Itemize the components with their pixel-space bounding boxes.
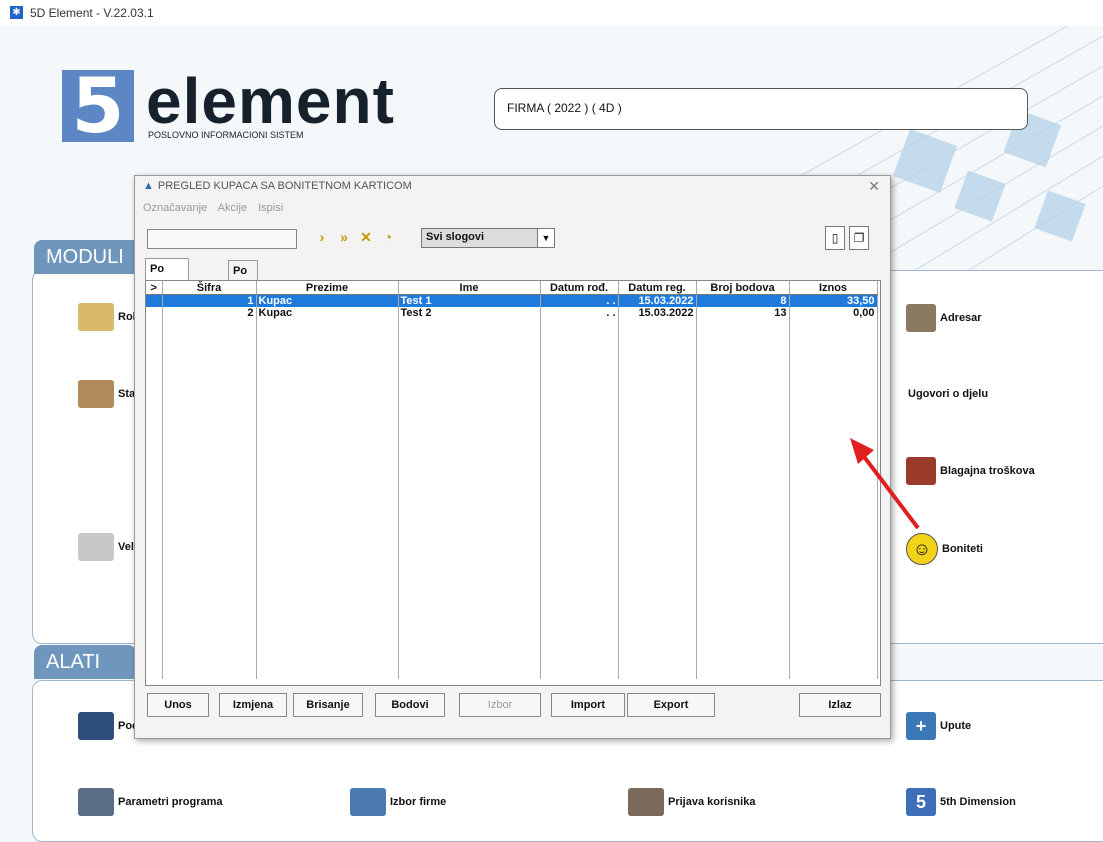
tab-po-sifri[interactable]: Po šifri bbox=[228, 260, 259, 297]
new-doc-icon[interactable]: ▯ bbox=[825, 226, 845, 250]
tool-pod[interactable]: Pod bbox=[78, 712, 139, 740]
brisanje-button[interactable]: Brisanje bbox=[293, 693, 363, 717]
dialog-menu: Označavanje Akcije Ispisi bbox=[143, 202, 291, 214]
stock-icon bbox=[78, 380, 114, 408]
module-ugovori[interactable]: Ugovori o djelu bbox=[908, 388, 988, 400]
module-rob[interactable]: Rob bbox=[78, 303, 139, 331]
next-icon[interactable]: › bbox=[313, 228, 331, 246]
logo-word: element bbox=[146, 65, 395, 137]
customer-table[interactable]: > Šifra Prezime Ime Datum rođ. Datum reg… bbox=[145, 280, 881, 686]
tab-po-nazivu[interactable]: Po nazivu bbox=[145, 258, 190, 295]
pen-icon bbox=[906, 304, 936, 332]
tool-prijava[interactable]: Prijava korisnika bbox=[628, 788, 755, 816]
module-adresar[interactable]: Adresar bbox=[906, 304, 982, 332]
close-icon[interactable]: ✕ bbox=[868, 178, 880, 195]
firm-label: FIRMA ( 2022 ) ( 4D ) bbox=[507, 101, 622, 115]
logo-subtitle: POSLOVNO INFORMACIONI SISTEM bbox=[148, 130, 304, 140]
table-empty-area bbox=[146, 319, 878, 679]
mark-icon[interactable]: ◔ bbox=[379, 228, 397, 246]
col-iznos[interactable]: Iznos bbox=[789, 281, 878, 295]
copy-doc-icon[interactable]: ❐ bbox=[849, 226, 869, 250]
logo-icon: 5 bbox=[906, 788, 936, 816]
menu-ispisi[interactable]: Ispisi bbox=[258, 202, 283, 214]
tool-parametri[interactable]: Parametri programa bbox=[78, 788, 223, 816]
moduli-tab: MODULI bbox=[34, 240, 146, 274]
alati-tab: ALATI bbox=[34, 645, 136, 679]
izmjena-button[interactable]: Izmjena bbox=[219, 693, 287, 717]
export-button[interactable]: Export bbox=[627, 693, 715, 717]
hex-icon bbox=[78, 533, 114, 561]
annotation-arrow-icon bbox=[850, 438, 920, 530]
module-stal[interactable]: Stal bbox=[78, 380, 138, 408]
next-all-icon[interactable]: » bbox=[335, 228, 353, 246]
menu-akcije[interactable]: Akcije bbox=[218, 202, 247, 214]
chevron-down-icon: ▼ bbox=[537, 229, 554, 247]
bodovi-button[interactable]: Bodovi bbox=[375, 693, 445, 717]
tool-5th-dimension[interactable]: 5 5th Dimension bbox=[906, 788, 1016, 816]
boxes-icon bbox=[78, 303, 114, 331]
table-row[interactable]: 2 Kupac Test 2 . . 15.03.2022 13 0,00 bbox=[146, 307, 878, 319]
help-icon: + bbox=[906, 712, 936, 740]
tool-izbor-firme[interactable]: Izbor firme bbox=[350, 788, 446, 816]
menu-oznacavanje[interactable]: Označavanje bbox=[143, 202, 207, 214]
app-title: 5D Element - V.22.03.1 bbox=[30, 6, 154, 20]
clear-icon[interactable]: ✕ bbox=[357, 228, 375, 246]
app-icon: ✱ bbox=[10, 6, 23, 19]
col-ime[interactable]: Ime bbox=[398, 281, 541, 295]
col-prezime[interactable]: Prezime bbox=[256, 281, 399, 295]
title-bar: ✱ 5D Element - V.22.03.1 bbox=[0, 0, 1103, 26]
col-datum-rod[interactable]: Datum rođ. bbox=[540, 281, 619, 295]
table-header: > Šifra Prezime Ime Datum rođ. Datum reg… bbox=[146, 281, 878, 295]
izlaz-button[interactable]: Izlaz bbox=[799, 693, 881, 717]
dialog-title: ▲ PREGLED KUPACA SA BONITETNOM KARTICOM bbox=[143, 180, 412, 192]
firm-icon bbox=[350, 788, 386, 816]
record-filter-select[interactable]: Svi slogovi ▼ bbox=[421, 228, 555, 248]
users-icon bbox=[628, 788, 664, 816]
search-input[interactable] bbox=[147, 229, 297, 249]
izbor-button[interactable]: Izbor bbox=[459, 693, 541, 717]
col-bodovi[interactable]: Broj bodova bbox=[696, 281, 790, 295]
module-vele[interactable]: Vele bbox=[78, 533, 140, 561]
warning-icon: ▲ bbox=[143, 180, 154, 192]
col-marker[interactable]: > bbox=[146, 281, 163, 295]
monitor-icon bbox=[78, 712, 114, 740]
table-row[interactable]: 1 Kupac Test 1 . . 15.03.2022 8 33,50 bbox=[146, 294, 878, 307]
tool-upute[interactable]: + Upute bbox=[906, 712, 971, 740]
logo-icon: 5 bbox=[62, 64, 134, 148]
unos-button[interactable]: Unos bbox=[147, 693, 209, 717]
customer-dialog: ▲ PREGLED KUPACA SA BONITETNOM KARTICOM ✕… bbox=[134, 175, 891, 739]
col-sifra[interactable]: Šifra bbox=[162, 281, 257, 295]
firm-display: FIRMA ( 2022 ) ( 4D ) bbox=[494, 88, 1028, 130]
import-button[interactable]: Import bbox=[551, 693, 625, 717]
col-datum-reg[interactable]: Datum reg. bbox=[618, 281, 697, 295]
gears-icon bbox=[78, 788, 114, 816]
